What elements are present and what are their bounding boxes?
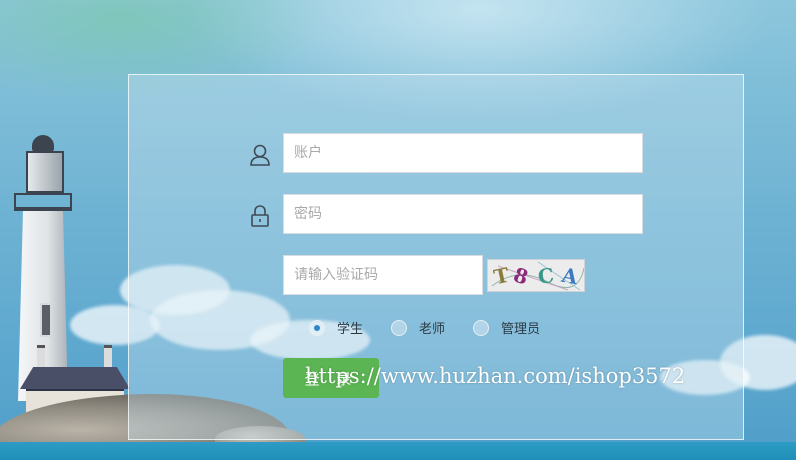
radio-button[interactable] xyxy=(309,319,325,336)
role-radio-group: 学生 老师 管理员 xyxy=(309,318,568,337)
role-label: 老师 xyxy=(419,322,446,337)
lock-icon xyxy=(248,204,272,228)
captcha-image[interactable]: T 8 C A xyxy=(487,259,585,292)
role-radio-admin[interactable]: 管理员 xyxy=(473,318,540,337)
role-label: 学生 xyxy=(337,322,364,337)
radio-button[interactable] xyxy=(391,319,408,336)
sea xyxy=(0,442,796,460)
role-label: 管理员 xyxy=(501,322,541,337)
captcha-char: C xyxy=(536,263,556,289)
password-input[interactable] xyxy=(283,194,643,234)
role-radio-student[interactable]: 学生 xyxy=(309,318,363,337)
radio-button[interactable] xyxy=(473,319,490,336)
radio-selected-dot xyxy=(314,324,320,331)
captcha-input[interactable] xyxy=(283,255,483,295)
user-icon xyxy=(248,143,272,167)
username-input[interactable] xyxy=(283,133,643,173)
watermark-text: https://www.huzhan.com/ishop3572 xyxy=(305,364,686,388)
role-radio-teacher[interactable]: 老师 xyxy=(391,318,445,337)
